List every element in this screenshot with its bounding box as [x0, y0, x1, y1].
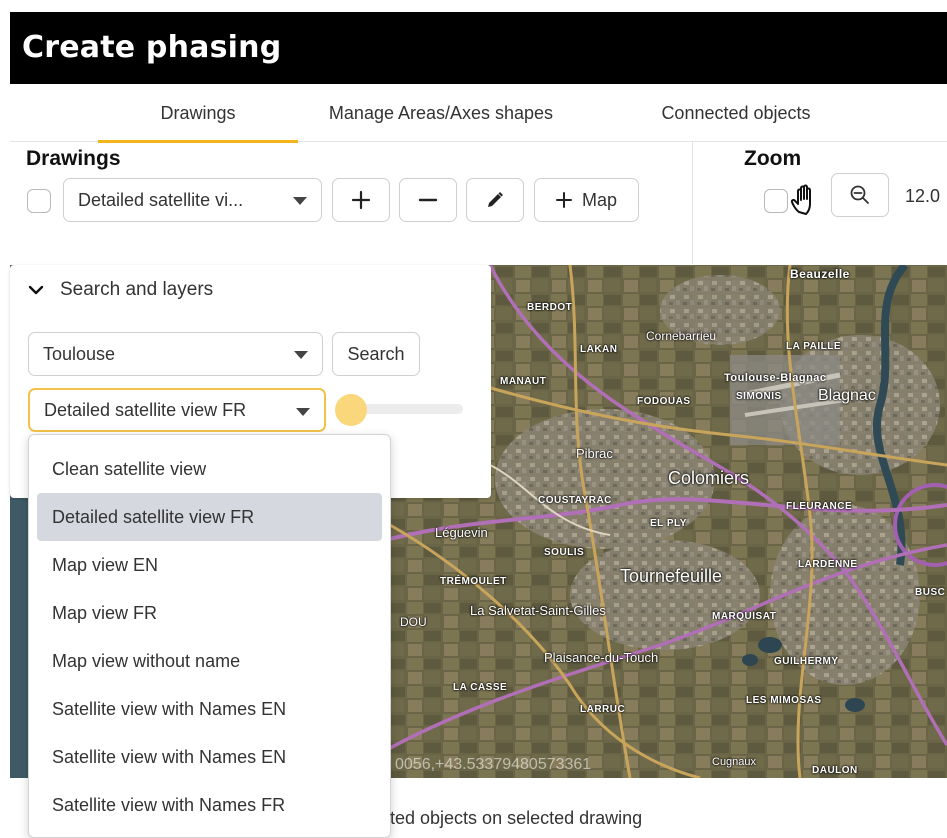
map-label-cornebarrieu: Cornebarrieu [646, 329, 717, 343]
hand-icon[interactable] [788, 182, 824, 218]
map-label-pibrac: Pibrac [576, 446, 613, 461]
tab-manage-areas-axes-shapes[interactable]: Manage Areas/Axes shapes [306, 84, 576, 142]
map-label-lardenne: LARDENNE [798, 559, 858, 570]
drawing-select[interactable]: Detailed satellite vi... [63, 178, 322, 222]
map-label-fleurance: FLEURANCE [786, 501, 853, 512]
pencil-icon [488, 192, 503, 207]
tab-bar: Drawings Manage Areas/Axes shapes Connec… [10, 84, 947, 143]
map-label-plaisance: Plaisance-du-Touch [544, 650, 659, 665]
map-label-beauzelle: Beauzelle [790, 267, 850, 281]
layer-dropdown-menu: Clean satellite view Detailed satellite … [28, 434, 391, 838]
chevron-down-icon [296, 408, 310, 416]
layer-option[interactable]: Map view EN [37, 541, 382, 589]
map-label-colomiers: Colomiers [668, 468, 750, 488]
map-label-dou: DOU [400, 615, 427, 629]
add-drawing-button[interactable] [332, 178, 390, 222]
layer-option[interactable]: Satellite view with Names EN [37, 733, 382, 781]
layer-select-value: Detailed satellite view FR [44, 400, 247, 420]
slider-thumb[interactable] [335, 394, 367, 426]
map-label-tremoulet: TRÉMOULET [440, 576, 507, 587]
map-label-cugnaux: Cugnaux [712, 756, 757, 768]
map-label-les-mimosas: LES MIMOSAS [746, 695, 822, 706]
map-label-coustayrac: COUSTAYRAC [538, 495, 612, 506]
layer-option[interactable]: Map view without name [37, 637, 382, 685]
map-label-manaut: MANAUT [500, 376, 547, 387]
zoom-section-label: Zoom [744, 147, 802, 170]
layer-option[interactable]: Satellite view with Names EN [37, 685, 382, 733]
location-select[interactable]: Toulouse [28, 332, 323, 376]
search-layers-header[interactable]: Search and layers [60, 279, 213, 301]
map-label-leguevin: Léguevin [435, 525, 488, 540]
map-label-berdot: BERDOT [527, 302, 573, 313]
search-button[interactable]: Search [332, 332, 420, 376]
map-label-la-salvetat: La Salvetat-Saint-Gilles [470, 603, 606, 618]
map-label-tournefeuille: Tournefeuille [620, 566, 723, 586]
drawing-select-value: Detailed satellite vi... [78, 190, 244, 210]
map-coordinates-readout: 0056,+43.53379480573361 [395, 756, 592, 773]
tab-connected-objects[interactable]: Connected objects [630, 84, 842, 142]
window-title: Create phasing [10, 12, 947, 84]
add-map-button-label: Map [581, 189, 617, 210]
map-label-soulis: SOULIS [544, 547, 585, 558]
map-label-fodouas: FODOUAS [637, 396, 691, 407]
location-select-value: Toulouse [43, 344, 116, 364]
layer-option-selected[interactable]: Detailed satellite view FR [37, 493, 382, 541]
map-label-el-ply: EL PLY [650, 518, 687, 529]
plus-icon [555, 192, 572, 208]
map-label-la-paille: LA PAILLE [786, 341, 842, 352]
map-label-toulouse-blagnac: Toulouse-Blagnac [724, 372, 827, 384]
map-label-simonis: SIMONIS [736, 391, 782, 402]
map-label-marquisat: MARQUISAT [712, 611, 777, 622]
layer-option[interactable]: Clean satellite view [37, 445, 382, 493]
layer-opacity-slider[interactable] [335, 394, 463, 426]
map-label-lakan: LAKAN [580, 344, 618, 355]
map-label-larruc: LARRUC [580, 704, 626, 715]
connected-objects-status: ted objects on selected drawing [390, 808, 643, 828]
chevron-down-icon [293, 197, 307, 205]
layer-option[interactable]: Map view FR [37, 589, 382, 637]
zoom-out-button[interactable] [831, 173, 889, 217]
toolbar-divider [692, 142, 693, 264]
map-label-guilhermy: GUILHERMY [774, 656, 839, 667]
layer-option[interactable]: Satellite view with Names FR [37, 781, 382, 829]
zoom-level-value: 12.0 [905, 186, 941, 206]
drawings-section-label: Drawings [26, 147, 121, 170]
add-map-button[interactable]: Map [534, 178, 639, 222]
plus-icon [351, 190, 371, 210]
map-label-la-casse: LA CASSE [453, 682, 508, 693]
chevron-down-icon [294, 351, 308, 359]
minus-icon [418, 198, 438, 202]
zoom-out-icon [850, 185, 869, 204]
edit-drawing-button[interactable] [466, 178, 524, 222]
layer-select[interactable]: Detailed satellite view FR [28, 388, 326, 432]
map-label-busc: BUSC [915, 587, 946, 598]
chevron-down-icon[interactable] [27, 281, 45, 299]
drawing-visibility-checkbox[interactable] [27, 189, 51, 213]
map-label-daulon: DAULON [812, 765, 858, 776]
remove-drawing-button[interactable] [399, 178, 457, 222]
zoom-pan-checkbox[interactable] [764, 189, 788, 213]
map-label-blagnac: Blagnac [818, 387, 876, 404]
tab-drawings[interactable]: Drawings [98, 84, 298, 143]
